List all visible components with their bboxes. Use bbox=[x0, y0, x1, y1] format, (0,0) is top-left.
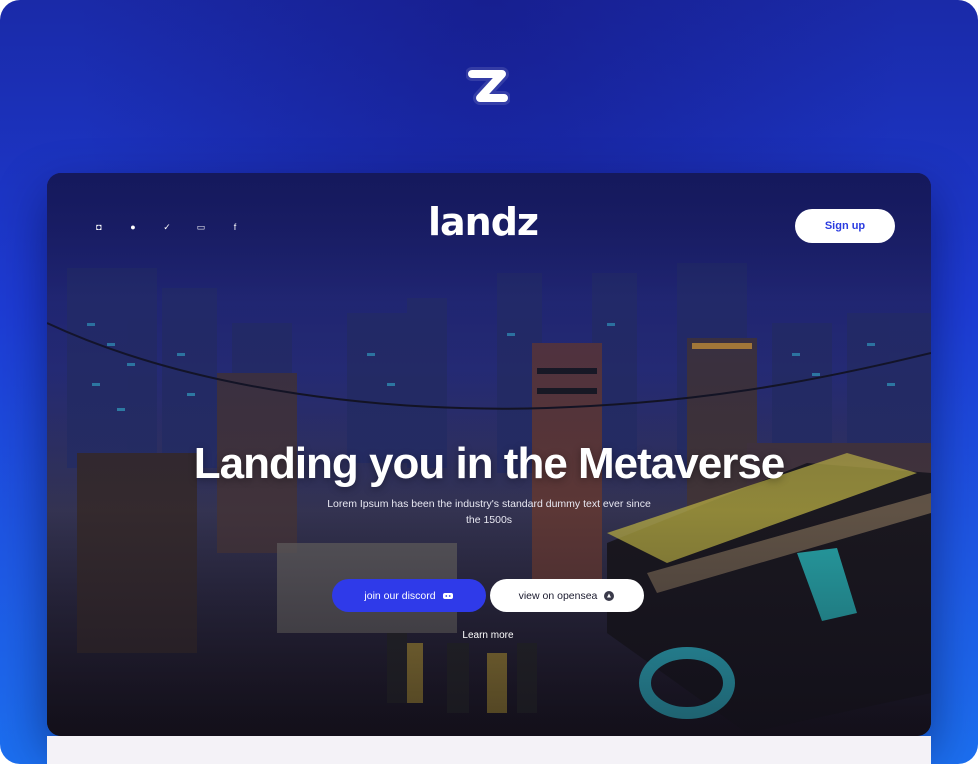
site-logo[interactable]: landz bbox=[428, 200, 550, 244]
facebook-icon[interactable]: f bbox=[227, 221, 243, 233]
view-opensea-label: view on opensea bbox=[518, 589, 598, 602]
next-section-edge bbox=[47, 736, 931, 764]
join-discord-label: join our discord bbox=[364, 589, 436, 602]
landz-z-mark-icon bbox=[466, 67, 510, 105]
opensea-icon bbox=[604, 590, 615, 601]
learn-more-link[interactable]: Learn more bbox=[440, 628, 536, 644]
twitter-icon[interactable]: ✓ bbox=[159, 221, 175, 233]
join-discord-button[interactable]: join our discord bbox=[332, 579, 486, 612]
social-links: ◘ ● ✓ ▭ f bbox=[91, 221, 243, 233]
page-background: ◘ ● ✓ ▭ f landz Sign up Landing you in t… bbox=[0, 0, 978, 764]
discord-icon bbox=[442, 592, 453, 599]
opensea-icon[interactable]: ● bbox=[125, 221, 141, 233]
discord-icon[interactable]: ◘ bbox=[91, 221, 107, 233]
hero-title: Landing you in the Metaverse bbox=[193, 439, 786, 488]
view-opensea-button[interactable]: view on opensea bbox=[490, 579, 644, 612]
sign-up-button[interactable]: Sign up bbox=[795, 209, 895, 243]
hero-subtitle: Lorem Ipsum has been the industry's stan… bbox=[327, 498, 651, 526]
youtube-icon[interactable]: ▭ bbox=[193, 221, 209, 233]
